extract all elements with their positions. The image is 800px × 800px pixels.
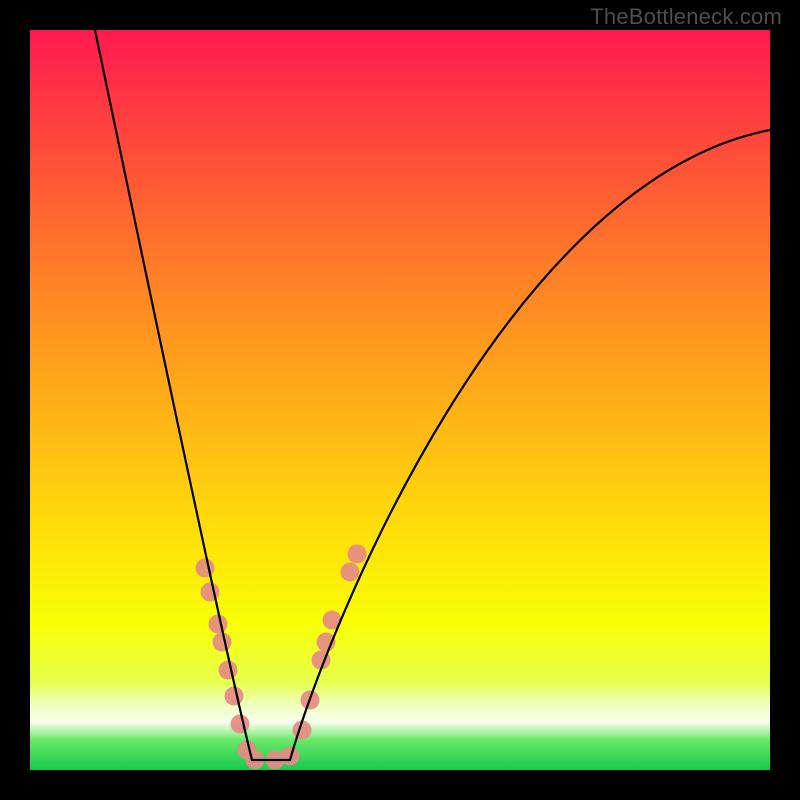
data-dot	[341, 563, 360, 582]
watermark-text: TheBottleneck.com	[590, 4, 782, 30]
data-dot	[281, 747, 300, 766]
data-dot	[219, 661, 238, 680]
dots-group	[196, 545, 367, 770]
data-dot	[196, 559, 215, 578]
chart-frame: TheBottleneck.com	[0, 0, 800, 800]
bottleneck-curve	[95, 30, 770, 760]
data-dot	[348, 545, 367, 564]
data-dot	[225, 687, 244, 706]
data-dot	[209, 615, 228, 634]
data-dot	[231, 715, 250, 734]
curve-svg	[30, 30, 770, 770]
data-dot	[213, 633, 232, 652]
data-dot	[201, 583, 220, 602]
plot-area	[30, 30, 770, 770]
